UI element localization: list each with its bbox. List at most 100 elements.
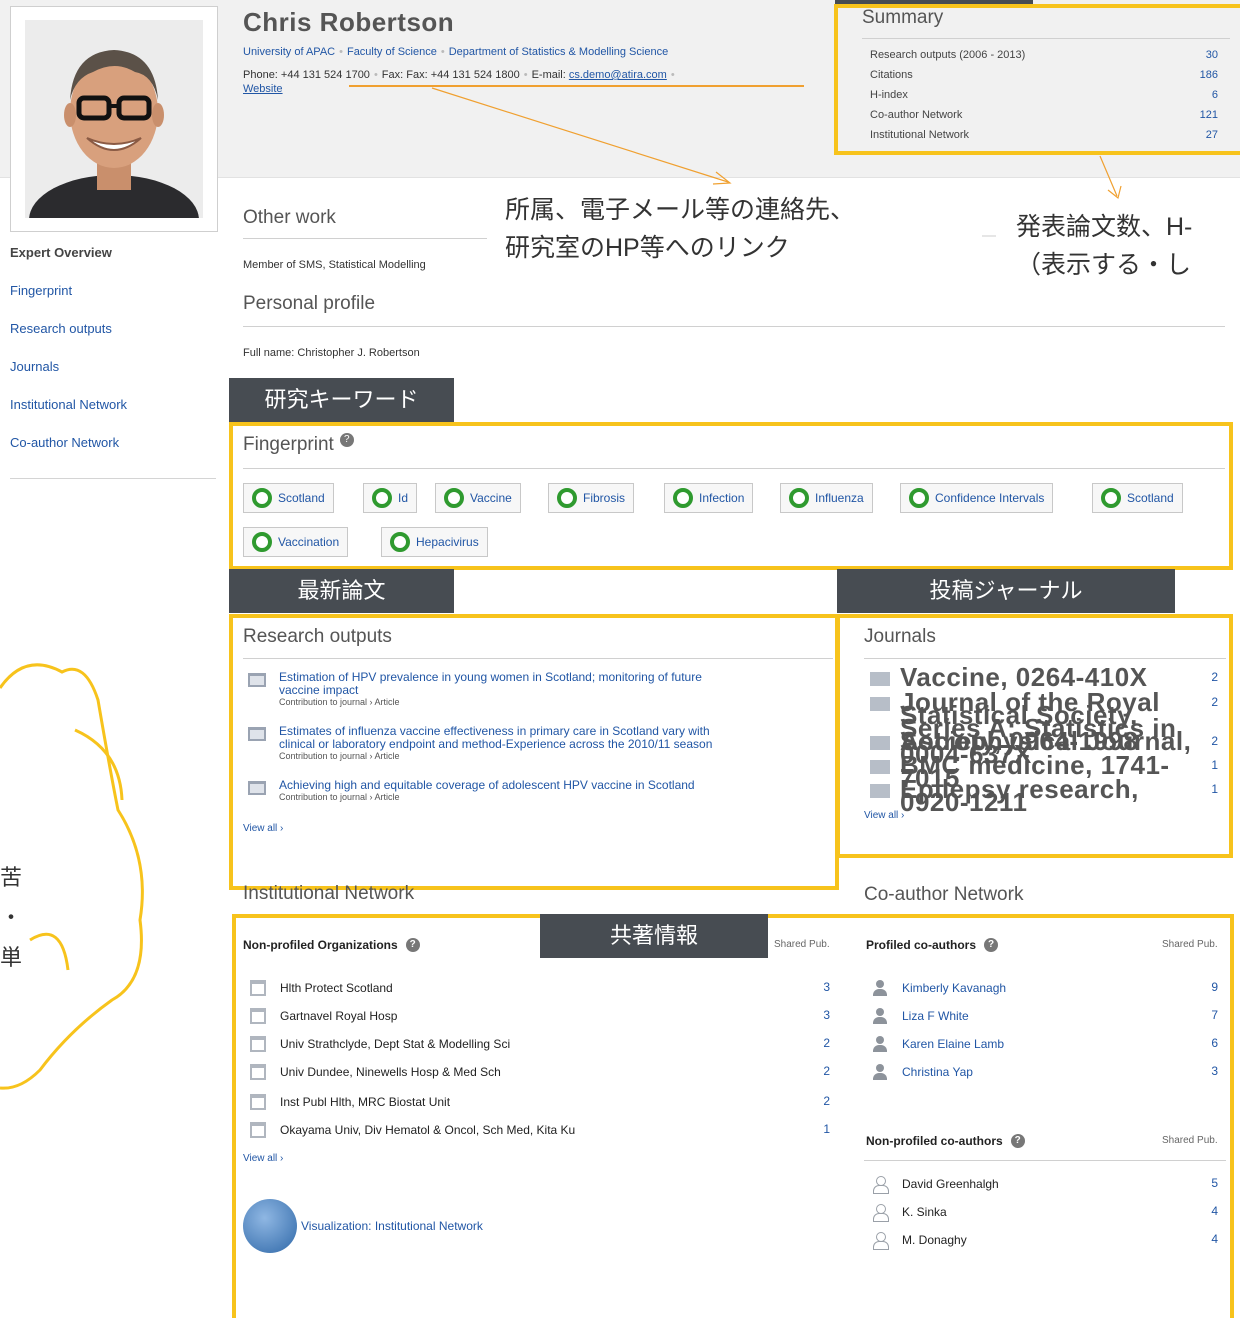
- cloud-callout-shape: [0, 663, 144, 1090]
- research-output-item[interactable]: Estimation of HPV prevalence in young wo…: [248, 671, 808, 707]
- coauthor-row: David Greenhalgh 5: [872, 1176, 1218, 1194]
- journals-divider: [864, 658, 1226, 659]
- help-icon[interactable]: ?: [1010, 1134, 1025, 1148]
- nonprofiled-divider: [864, 1160, 1226, 1161]
- journal-row[interactable]: Epilepsy research, 0920-1211 1: [870, 776, 1218, 815]
- institution-row[interactable]: Hlth Protect Scotland 3: [250, 980, 830, 996]
- journal-icon: [870, 672, 890, 686]
- other-work-divider: [243, 238, 487, 239]
- keywords-label: 研究キーワード: [229, 378, 454, 422]
- coauthor-row[interactable]: Liza F White 7: [872, 1008, 1218, 1024]
- institutions-view-all-link[interactable]: View all ›: [243, 1153, 283, 1164]
- personal-profile-title: Personal profile: [243, 293, 376, 314]
- visualization-icon[interactable]: [243, 1199, 297, 1253]
- fingerprint-chip[interactable]: Id: [363, 483, 418, 513]
- institutional-network-heading: Non-profiled Organizations?: [243, 938, 420, 952]
- person-icon: [872, 1036, 888, 1052]
- research-outputs-view-all-link[interactable]: View all ›: [243, 823, 283, 834]
- coauthor-info-highlight-box: [232, 914, 1234, 1318]
- journal-icon: [870, 784, 890, 798]
- visualization-link[interactable]: Visualization: Institutional Network: [301, 1219, 483, 1233]
- nav-journals[interactable]: Journals: [10, 359, 59, 374]
- journals-title: Journals: [864, 626, 936, 647]
- institution-row[interactable]: Univ Dundee, Ninewells Hosp & Med Sch 2: [250, 1064, 830, 1080]
- coauthor-row: M. Donaghy 4: [872, 1232, 1218, 1250]
- institution-row[interactable]: Inst Publ Hlth, MRC Biostat Unit 2: [250, 1094, 830, 1110]
- fingerprint-chip[interactable]: Influenza: [780, 483, 873, 513]
- nav-fingerprint[interactable]: Fingerprint: [10, 283, 72, 298]
- building-icon: [250, 1122, 266, 1138]
- building-icon: [250, 980, 266, 996]
- research-outputs-divider: [243, 658, 833, 659]
- nav-institutional-network[interactable]: Institutional Network: [10, 397, 127, 412]
- book-icon: [248, 781, 266, 795]
- fingerprint-ring-icon: [909, 488, 929, 508]
- fingerprint-chip[interactable]: Vaccination: [243, 527, 349, 557]
- coauthor-row[interactable]: Karen Elaine Lamb 6: [872, 1036, 1218, 1052]
- research-output-item[interactable]: Estimates of influenza vaccine effective…: [248, 725, 808, 761]
- fingerprint-ring-icon: [1101, 488, 1121, 508]
- journal-icon: [870, 736, 890, 750]
- other-work-text: Member of SMS, Statistical Modelling: [243, 259, 426, 271]
- fingerprint-ring-icon: [390, 532, 410, 552]
- help-icon[interactable]: ?: [984, 938, 999, 952]
- latest-papers-label: 最新論文: [229, 569, 454, 613]
- institution-row[interactable]: Univ Strathclyde, Dept Stat & Modelling …: [250, 1036, 830, 1052]
- journal-icon: [870, 760, 890, 774]
- fingerprint-heading: Fingerprint ?: [243, 433, 354, 456]
- person-outline-icon: [872, 1232, 889, 1250]
- fingerprint-chip[interactable]: Fibrosis: [548, 483, 635, 513]
- personal-profile-divider: [243, 326, 1225, 327]
- fingerprint-chip[interactable]: Infection: [664, 483, 754, 513]
- fingerprint-ring-icon: [789, 488, 809, 508]
- fingerprint-ring-icon: [372, 488, 392, 508]
- institution-row[interactable]: Gartnavel Royal Hosp 3: [250, 1008, 830, 1024]
- fingerprint-chip[interactable]: Confidence Intervals: [900, 483, 1054, 513]
- person-icon: [872, 1008, 888, 1024]
- fingerprint-ring-icon: [557, 488, 577, 508]
- nav-divider: [10, 478, 216, 479]
- nav-expert-overview[interactable]: Expert Overview: [10, 245, 112, 260]
- cloud-callout-text: 苦 ・ 単: [0, 865, 23, 970]
- person-icon: [872, 980, 888, 996]
- building-icon: [250, 1008, 266, 1024]
- other-work-title: Other work: [243, 207, 336, 228]
- research-output-item[interactable]: Achieving high and equitable coverage of…: [248, 779, 808, 802]
- help-icon[interactable]: ?: [339, 433, 354, 447]
- contact-callout: 所属、電子メール等の連絡先、 研究室のHP等へのリンク: [505, 196, 856, 262]
- fingerprint-ring-icon: [444, 488, 464, 508]
- journals-view-all-link[interactable]: View all ›: [864, 810, 904, 821]
- fingerprint-chip[interactable]: Scotland: [1092, 483, 1183, 513]
- nav-coauthor-network[interactable]: Co-author Network: [10, 435, 119, 450]
- journal-icon: [870, 697, 890, 711]
- journal-row[interactable]: Vaccine, 0264-410X 2: [870, 664, 1218, 690]
- coauthor-network-title: Co-author Network: [864, 884, 1024, 905]
- journals-label: 投稿ジャーナル: [837, 569, 1175, 613]
- research-outputs-title: Research outputs: [243, 626, 392, 647]
- institution-row[interactable]: Okayama Univ, Div Hematol & Oncol, Sch M…: [250, 1122, 830, 1138]
- building-icon: [250, 1036, 266, 1052]
- nonprofiled-coauthors-heading: Non-profiled co-authors?: [866, 1134, 1025, 1148]
- coauthor-info-label: 共著情報: [540, 914, 768, 958]
- building-icon: [250, 1094, 266, 1110]
- person-icon: [872, 1064, 888, 1080]
- coauthor-row: K. Sinka 4: [872, 1204, 1218, 1222]
- shared-pub-header: Shared Pub.: [1162, 939, 1218, 950]
- personal-profile-text: Full name: Christopher J. Robertson: [243, 347, 420, 359]
- fingerprint-chip[interactable]: Vaccine: [435, 483, 521, 513]
- fingerprint-ring-icon: [252, 488, 272, 508]
- institutional-network-title: Institutional Network: [243, 883, 415, 904]
- building-icon: [250, 1064, 266, 1080]
- fingerprint-chip[interactable]: Hepacivirus: [381, 527, 488, 557]
- nav-research-outputs[interactable]: Research outputs: [10, 321, 112, 336]
- fingerprint-title: Fingerprint: [243, 434, 334, 455]
- coauthor-row[interactable]: Christina Yap 3: [872, 1064, 1218, 1080]
- profiled-coauthors-heading: Profiled co-authors?: [866, 938, 999, 952]
- fingerprint-ring-icon: [673, 488, 693, 508]
- shared-pub-header: Shared Pub.: [774, 939, 830, 950]
- person-outline-icon: [872, 1204, 889, 1222]
- coauthor-row[interactable]: Kimberly Kavanagh 9: [872, 980, 1218, 996]
- fingerprint-chip[interactable]: Scotland: [243, 483, 334, 513]
- help-icon[interactable]: ?: [405, 938, 420, 952]
- shared-pub-header: Shared Pub.: [1162, 1135, 1218, 1146]
